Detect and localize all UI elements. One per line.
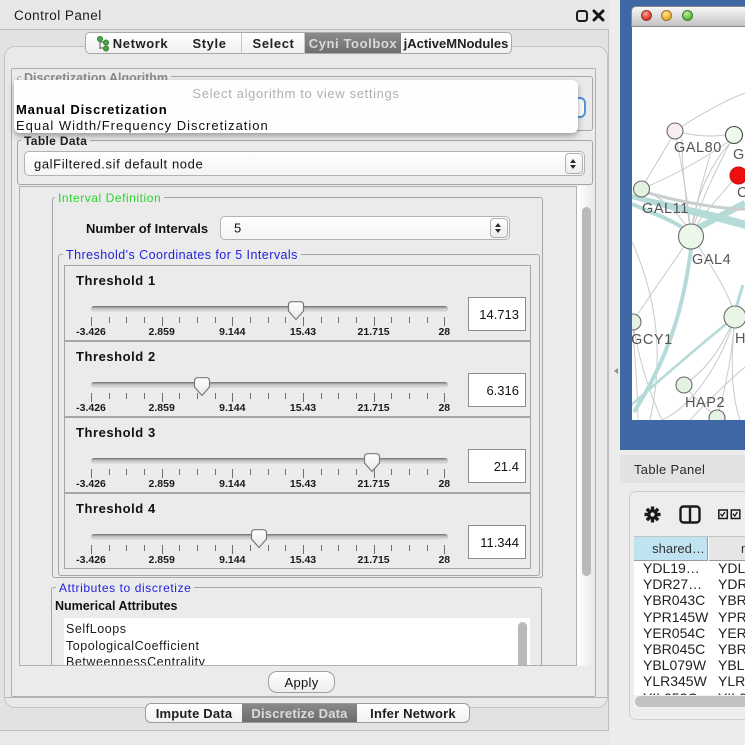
svg-text:GAL4: GAL4 [692, 252, 731, 268]
svg-text:HAP2: HAP2 [685, 395, 725, 411]
svg-text:GCY1: GCY1 [632, 332, 673, 348]
svg-text:GAL11: GAL11 [642, 201, 689, 217]
svg-text:C: C [737, 185, 745, 201]
svg-text:GAL80: GAL80 [674, 140, 722, 156]
svg-text:GA: GA [733, 147, 745, 163]
svg-text:H: H [735, 331, 745, 347]
